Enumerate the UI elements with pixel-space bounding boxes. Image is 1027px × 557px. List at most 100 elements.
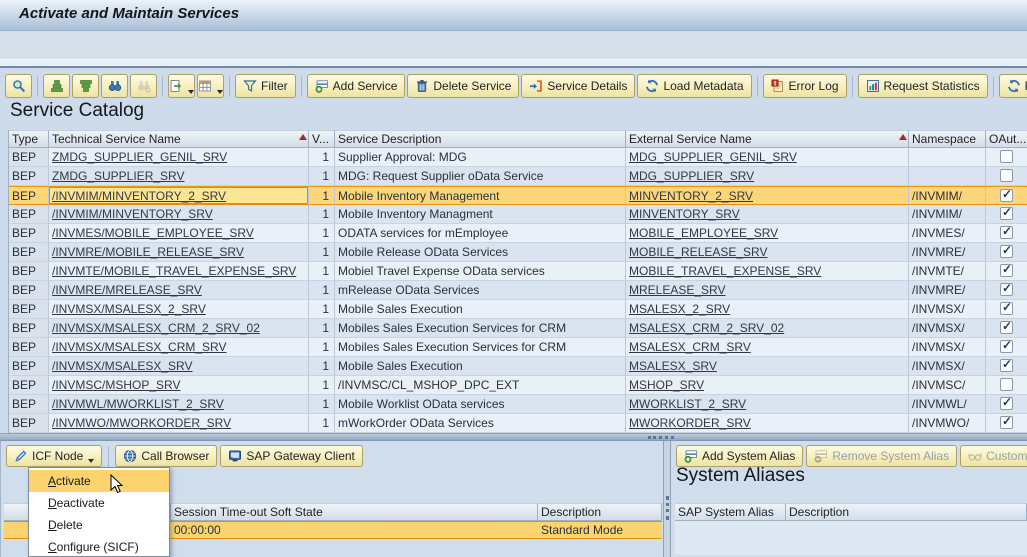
- find-button[interactable]: [101, 74, 128, 98]
- delete-service-button[interactable]: Delete Service: [407, 74, 519, 98]
- menu-item-delete[interactable]: Delete: [29, 514, 169, 536]
- button-label: Filter: [261, 79, 288, 93]
- display-magnifier-button[interactable]: [5, 74, 32, 98]
- refresh-cata-button[interactable]: Refresh Cata: [999, 74, 1027, 98]
- technical-service-link[interactable]: /INVMSX/MSALESX_CRM_2_SRV_02: [52, 321, 260, 335]
- table-layout-button[interactable]: [197, 74, 224, 98]
- column-header-sap-system-alias[interactable]: SAP System Alias: [675, 503, 786, 521]
- technical-service-link[interactable]: /INVMIM/MINVENTORY_SRV: [52, 207, 213, 221]
- icf-node-button[interactable]: ICF Node: [6, 445, 102, 467]
- oauth-checkbox[interactable]: [1000, 189, 1013, 202]
- external-service-link[interactable]: MOBILE_TRAVEL_EXPENSE_SRV: [629, 264, 821, 278]
- table-row[interactable]: BEP/INVMSX/MSALESX_CRM_SRV1Mobiles Sales…: [8, 338, 1027, 357]
- oauth-checkbox[interactable]: [1000, 397, 1013, 410]
- technical-service-link[interactable]: /INVMTE/MOBILE_TRAVEL_EXPENSE_SRV: [52, 264, 296, 278]
- technical-service-link[interactable]: ZMDG_SUPPLIER_SRV: [52, 169, 185, 183]
- splitter-handle-vertical[interactable]: [666, 496, 669, 520]
- external-service-link[interactable]: MDG_SUPPLIER_SRV: [629, 169, 754, 183]
- external-service-link[interactable]: MDG_SUPPLIER_GENIL_SRV: [629, 150, 797, 164]
- oauth-checkbox[interactable]: [1000, 226, 1013, 239]
- oauth-checkbox[interactable]: [1000, 264, 1013, 277]
- external-service-link[interactable]: MWORKORDER_SRV: [629, 416, 751, 430]
- technical-service-link[interactable]: /INVMWO/MWORKORDER_SRV: [52, 416, 231, 430]
- table-row[interactable]: BEP/INVMSC/MSHOP_SRV1/INVMSC/CL_MSHOP_DP…: [8, 376, 1027, 395]
- oauth-checkbox[interactable]: [1000, 321, 1013, 334]
- table-row[interactable]: BEP/INVMWL/MWORKLIST_2_SRV1Mobile Workli…: [8, 395, 1027, 414]
- external-service-link[interactable]: MSHOP_SRV: [629, 378, 704, 392]
- external-service-link[interactable]: MRELEASE_SRV: [629, 283, 726, 297]
- technical-service-link[interactable]: /INVMRE/MOBILE_RELEASE_SRV: [52, 245, 244, 259]
- table-row[interactable]: BEPZMDG_SUPPLIER_SRV1MDG: Request Suppli…: [8, 167, 1027, 186]
- table-row[interactable]: BEP/INVMSX/MSALESX_CRM_2_SRV_021Mobiles …: [8, 319, 1027, 338]
- column-header-namespace[interactable]: Namespace: [909, 130, 986, 148]
- oauth-checkbox[interactable]: [1000, 378, 1013, 391]
- oauth-checkbox[interactable]: [1000, 150, 1013, 163]
- column-header-alias-description[interactable]: Description: [786, 503, 1027, 521]
- table-row[interactable]: BEP/INVMRE/MRELEASE_SRV1mRelease OData S…: [8, 281, 1027, 300]
- oauth-checkbox[interactable]: [1000, 283, 1013, 296]
- technical-service-link[interactable]: /INVMSX/MSALESX_CRM_SRV: [52, 340, 227, 354]
- call-browser-icon: [123, 449, 137, 463]
- technical-service-link[interactable]: /INVMRE/MRELEASE_SRV: [52, 283, 202, 297]
- table-row[interactable]: BEP/INVMTE/MOBILE_TRAVEL_EXPENSE_SRV1Mob…: [8, 262, 1027, 281]
- menu-item-deactivate[interactable]: Deactivate: [29, 492, 169, 514]
- table-row[interactable]: BEP/INVMWO/MWORKORDER_SRV1mWorkOrder ODa…: [8, 414, 1027, 433]
- add-system-alias-button[interactable]: Add System Alias: [676, 445, 803, 467]
- external-service-link[interactable]: MWORKLIST_2_SRV: [629, 397, 746, 411]
- window-title-bar: Activate and Maintain Services: [0, 0, 1027, 31]
- column-header-service-description[interactable]: Service Description: [335, 130, 626, 148]
- technical-service-link[interactable]: /INVMWL/MWORKLIST_2_SRV: [52, 397, 224, 411]
- technical-service-link[interactable]: /INVMES/MOBILE_EMPLOYEE_SRV: [52, 226, 254, 240]
- external-service-link[interactable]: MINVENTORY_2_SRV: [629, 189, 753, 203]
- table-row[interactable]: BEP/INVMES/MOBILE_EMPLOYEE_SRV1ODATA ser…: [8, 224, 1027, 243]
- table-row[interactable]: BEP/INVMIM/MINVENTORY_SRV1Mobile Invento…: [8, 205, 1027, 224]
- table-row[interactable]: BEP/INVMSX/MSALESX_SRV1Mobile Sales Exec…: [8, 357, 1027, 376]
- column-header-type[interactable]: Type: [9, 130, 49, 148]
- external-service-link[interactable]: MINVENTORY_SRV: [629, 207, 740, 221]
- menu-item-configure-sicf[interactable]: Configure (SICF): [29, 536, 169, 557]
- oauth-checkbox[interactable]: [1000, 169, 1013, 182]
- sort-descending-button[interactable]: [72, 74, 99, 98]
- oauth-checkbox[interactable]: [1000, 340, 1013, 353]
- table-row[interactable]: BEP/INVMSX/MSALESX_2_SRV1Mobile Sales Ex…: [8, 300, 1027, 319]
- table-row[interactable]: BEP/INVMIM/MINVENTORY_2_SRV1Mobile Inven…: [8, 186, 1027, 205]
- request-statistics-button[interactable]: Request Statistics: [858, 74, 988, 98]
- oauth-checkbox[interactable]: [1000, 207, 1013, 220]
- table-row[interactable]: BEPZMDG_SUPPLIER_GENIL_SRV1Supplier Appr…: [8, 148, 1027, 167]
- column-header-oaut[interactable]: OAut...: [986, 130, 1027, 148]
- column-header-session-timeout-soft-state[interactable]: Session Time-out Soft State: [171, 503, 538, 521]
- horizontal-splitter[interactable]: [0, 433, 1027, 441]
- sap-gateway-client-button[interactable]: SAP Gateway Client: [220, 445, 363, 467]
- service-details-button[interactable]: Service Details: [521, 74, 635, 98]
- call-browser-button[interactable]: Call Browser: [115, 445, 217, 467]
- technical-service-link[interactable]: /INVMSX/MSALESX_2_SRV: [52, 302, 206, 316]
- oauth-checkbox[interactable]: [1000, 302, 1013, 315]
- technical-service-link[interactable]: /INVMSC/MSHOP_SRV: [52, 378, 180, 392]
- external-service-link[interactable]: MSALESX_CRM_SRV: [629, 340, 751, 354]
- external-service-link[interactable]: MOBILE_RELEASE_SRV: [629, 245, 768, 259]
- splitter-handle[interactable]: [648, 436, 674, 439]
- vertical-splitter[interactable]: [663, 441, 671, 557]
- external-service-link[interactable]: MOBILE_EMPLOYEE_SRV: [629, 226, 778, 240]
- error-log-button[interactable]: Error Log: [763, 74, 847, 98]
- load-metadata-button[interactable]: Load Metadata: [637, 74, 751, 98]
- table-row[interactable]: BEP/INVMRE/MOBILE_RELEASE_SRV1Mobile Rel…: [8, 243, 1027, 262]
- technical-service-link[interactable]: /INVMIM/MINVENTORY_2_SRV: [52, 189, 226, 203]
- technical-service-link[interactable]: ZMDG_SUPPLIER_GENIL_SRV: [52, 150, 227, 164]
- filter-button[interactable]: Filter: [235, 74, 296, 98]
- technical-service-link[interactable]: /INVMSX/MSALESX_SRV: [52, 359, 193, 373]
- oauth-checkbox[interactable]: [1000, 245, 1013, 258]
- oauth-checkbox[interactable]: [1000, 359, 1013, 372]
- export-button[interactable]: [168, 74, 195, 98]
- external-service-link[interactable]: MSALESX_CRM_2_SRV_02: [629, 321, 784, 335]
- column-header-technical-service-name[interactable]: Technical Service Name: [49, 130, 309, 148]
- menu-item-activate[interactable]: Activate: [29, 470, 169, 492]
- external-service-link[interactable]: MSALESX_2_SRV: [629, 302, 730, 316]
- sort-ascending-button[interactable]: [43, 74, 70, 98]
- add-service-button[interactable]: Add Service: [307, 74, 406, 98]
- external-service-link[interactable]: MSALESX_SRV: [629, 359, 717, 373]
- column-header-external-service-name[interactable]: External Service Name: [626, 130, 909, 148]
- column-header-description[interactable]: Description: [538, 503, 662, 521]
- oauth-checkbox[interactable]: [1000, 416, 1013, 429]
- column-header-v[interactable]: V...: [309, 130, 335, 148]
